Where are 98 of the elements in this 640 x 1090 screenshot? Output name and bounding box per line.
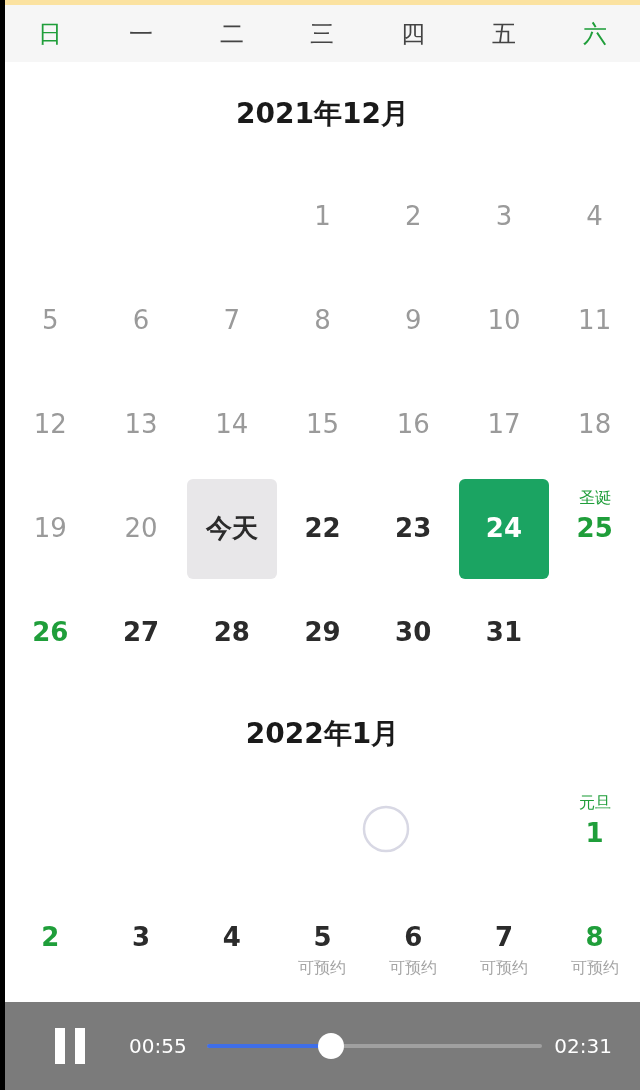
weekday-label: 五: [491, 18, 516, 50]
date-number: 7: [494, 921, 513, 954]
date-number: 4: [222, 921, 241, 954]
date-number: 27: [122, 616, 160, 649]
date-number: 15: [305, 408, 340, 441]
date-number: 24: [485, 512, 522, 545]
date-cell[interactable]: 4: [549, 167, 640, 267]
date-cell[interactable]: 1: [277, 167, 368, 267]
date-number: 19: [33, 512, 67, 545]
date-cell[interactable]: 14: [186, 375, 277, 475]
date-number: 6: [132, 304, 150, 337]
date-number: 8: [314, 304, 331, 337]
date-cell[interactable]: 12: [5, 375, 96, 475]
date-number: 26: [32, 616, 69, 649]
date-number: 8: [585, 921, 604, 954]
date-cell[interactable]: 13: [96, 375, 187, 475]
month-title: 2022年1月: [245, 715, 400, 752]
date-cell[interactable]: 9: [368, 271, 459, 371]
date-number: 17: [487, 408, 521, 441]
availability-label: 可预约: [389, 957, 438, 979]
date-number: 5: [42, 304, 59, 337]
date-cell[interactable]: 26: [5, 583, 96, 683]
date-number: 9: [404, 304, 422, 337]
weekday-label: 四: [401, 18, 426, 50]
weekday-label: 三: [310, 18, 335, 50]
date-number: 23: [395, 512, 432, 545]
date-cell[interactable]: 6: [96, 271, 187, 371]
date-cell[interactable]: 元旦 1: [549, 784, 640, 884]
weekday-label: 日: [38, 18, 63, 50]
date-number: 3: [132, 921, 151, 954]
availability-label: 可预约: [298, 957, 347, 979]
date-cell[interactable]: 3: [96, 888, 187, 988]
month-title: 2021年12月: [236, 95, 409, 132]
date-number: 25: [576, 512, 613, 545]
elapsed-time: 00:55: [129, 1033, 187, 1060]
availability-label: 可预约: [479, 957, 528, 979]
progress-thumb[interactable]: [317, 1033, 344, 1059]
date-cell[interactable]: 11: [549, 271, 640, 371]
date-number: 6: [404, 921, 423, 954]
date-cell[interactable]: 4: [186, 888, 277, 988]
date-number: 3: [495, 200, 513, 233]
date-cell[interactable]: 2: [368, 167, 459, 267]
date-cell[interactable]: 7 可预约: [458, 888, 549, 988]
date-cell[interactable]: 10: [458, 271, 549, 371]
date-cell[interactable]: 30: [368, 583, 459, 683]
weekday-label: 一: [129, 18, 154, 50]
date-cell[interactable]: 29: [277, 583, 368, 683]
date-cell[interactable]: 5 可预约: [277, 888, 368, 988]
date-number: 20: [124, 512, 158, 545]
date-cell[interactable]: 8 可预约: [549, 888, 640, 988]
date-number: 30: [395, 616, 432, 649]
date-cell[interactable]: 27: [96, 583, 187, 683]
total-duration: 02:31: [554, 1033, 612, 1060]
date-cell[interactable]: 圣诞 25: [549, 479, 640, 579]
date-number: 16: [396, 408, 430, 441]
selected-date-cell[interactable]: 24: [458, 479, 549, 579]
date-number: 今天: [205, 512, 258, 545]
progress-slider[interactable]: [206, 1033, 542, 1059]
weekday-label: 六: [582, 18, 607, 50]
date-number: 18: [578, 408, 612, 441]
date-cell[interactable]: 31: [458, 583, 549, 683]
date-cell[interactable]: 17: [458, 375, 549, 475]
date-cell[interactable]: 28: [186, 583, 277, 683]
pause-icon[interactable]: [55, 1028, 87, 1064]
date-cell[interactable]: 8: [277, 271, 368, 371]
date-cell[interactable]: 6 可预约: [368, 888, 459, 988]
date-cell[interactable]: 23: [368, 479, 459, 579]
date-cell[interactable]: 2: [5, 888, 96, 988]
date-cell[interactable]: 19: [5, 479, 96, 579]
date-cell[interactable]: 18: [549, 375, 640, 475]
date-number: 14: [215, 408, 249, 441]
date-number: 13: [124, 408, 158, 441]
date-number: 10: [487, 304, 521, 337]
date-number: 31: [485, 616, 522, 649]
date-number: 4: [586, 200, 603, 233]
weekday-label: 二: [219, 18, 244, 50]
availability-label: 可预约: [570, 957, 619, 979]
holiday-label: 圣诞: [578, 488, 611, 508]
date-number: 22: [304, 512, 341, 545]
date-cell[interactable]: 16: [368, 375, 459, 475]
date-number: 1: [314, 200, 331, 233]
date-number: 28: [213, 616, 250, 649]
date-number: 12: [33, 408, 67, 441]
date-cell[interactable]: 7: [186, 271, 277, 371]
date-number: 29: [304, 616, 341, 649]
date-number: 2: [41, 921, 60, 954]
date-cell[interactable]: 15: [277, 375, 368, 475]
today-cell[interactable]: 今天: [186, 479, 277, 579]
date-number: 11: [578, 304, 612, 337]
date-number: 2: [404, 200, 422, 233]
holiday-label: 元旦: [578, 793, 611, 813]
date-number: 1: [585, 817, 604, 850]
date-cell[interactable]: 20: [96, 479, 187, 579]
date-cell[interactable]: 22: [277, 479, 368, 579]
date-cell[interactable]: 3: [458, 167, 549, 267]
date-number: 7: [223, 304, 241, 337]
date-cell[interactable]: 5: [5, 271, 96, 371]
date-number: 5: [313, 921, 332, 954]
